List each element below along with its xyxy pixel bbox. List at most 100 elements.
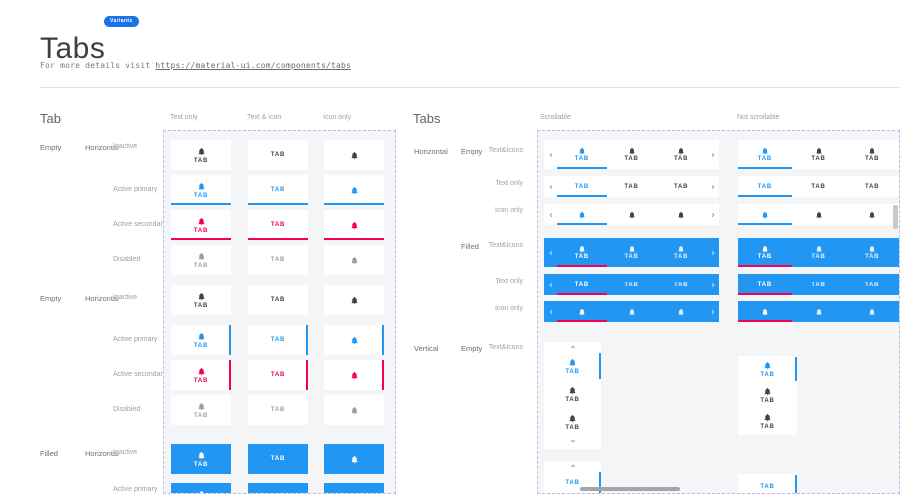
tab[interactable]: TAB — [792, 176, 846, 197]
tab-variants-frame: TAB TAB TAB TAB TAB TAB TAB TAB TAB TAB … — [163, 130, 396, 494]
tab-text-icon-inactive[interactable]: TAB — [171, 285, 231, 315]
group-type-label: Filled — [40, 449, 58, 458]
chevron-right-icon[interactable] — [706, 176, 719, 197]
tab-text-inactive[interactable]: TAB — [248, 285, 308, 315]
vertical-scrollbar[interactable] — [893, 205, 898, 229]
bell-icon — [761, 147, 769, 155]
tab-text-inactive[interactable]: TAB — [248, 140, 308, 170]
chevron-right-icon[interactable] — [706, 274, 719, 295]
tab[interactable]: TAB — [738, 382, 797, 408]
tab[interactable]: TAB — [607, 274, 657, 295]
tab[interactable] — [845, 204, 899, 225]
state-label: Disabled — [113, 406, 140, 413]
tab-active[interactable]: TAB — [557, 140, 607, 169]
tab[interactable]: TAB — [845, 140, 899, 169]
bell-icon — [350, 406, 359, 415]
tab[interactable]: TAB — [607, 140, 657, 169]
bell-icon — [197, 217, 206, 226]
tab-active[interactable]: TAB — [738, 140, 792, 169]
tab[interactable]: TAB — [845, 274, 899, 295]
docs-link[interactable]: https://material-ui.com/components/tabs — [155, 61, 351, 70]
tab-active[interactable]: TAB — [557, 238, 607, 267]
tab[interactable]: TAB — [607, 176, 657, 197]
tab-text-active-secondary[interactable]: TAB — [248, 210, 308, 240]
tab[interactable]: TAB — [792, 274, 846, 295]
tab[interactable]: TAB — [656, 274, 706, 295]
tab-icon-active-primary[interactable]: TAB — [324, 175, 384, 205]
tab[interactable] — [845, 301, 899, 322]
tab[interactable]: TAB — [656, 176, 706, 197]
chevron-up-icon[interactable] — [544, 342, 601, 352]
chevron-down-icon[interactable] — [544, 436, 601, 446]
bell-icon — [628, 245, 636, 253]
chevron-left-icon[interactable] — [544, 176, 557, 197]
bell-icon — [197, 402, 206, 411]
chevron-left-icon[interactable] — [544, 274, 557, 295]
tab-icon-active-primary[interactable]: TAB — [324, 325, 384, 355]
tab[interactable]: TAB — [656, 140, 706, 169]
tab-icon-inactive[interactable]: TAB — [324, 140, 384, 170]
tab-text-icon-active-secondary[interactable]: TAB — [171, 210, 231, 240]
tab-filled-text-active[interactable]: TAB — [248, 483, 308, 494]
tab-filled-icon-active[interactable]: TAB — [324, 483, 384, 494]
tab[interactable] — [656, 204, 706, 225]
tab[interactable] — [656, 301, 706, 322]
tab-text-icon-active-primary[interactable]: TAB — [171, 175, 231, 205]
tab[interactable] — [792, 204, 846, 225]
tab-text-icon-inactive[interactable]: TAB — [171, 140, 231, 170]
tab-active[interactable]: TAB — [738, 274, 792, 295]
chevron-left-icon[interactable] — [544, 301, 557, 322]
tab[interactable]: TAB — [845, 238, 899, 267]
tab-text-active-primary[interactable]: TAB — [248, 175, 308, 205]
tab[interactable]: TAB — [792, 238, 846, 267]
tab[interactable]: TAB — [544, 380, 601, 408]
chevron-right-icon[interactable] — [706, 140, 719, 169]
tab[interactable]: TAB — [738, 409, 797, 435]
tab[interactable]: TAB — [792, 140, 846, 169]
tab-filled-text-icon-active[interactable]: TAB — [171, 483, 231, 494]
tab-active[interactable] — [557, 301, 607, 322]
tab-active[interactable]: TAB — [738, 474, 797, 494]
tab-filled-icon-inactive[interactable]: TAB — [324, 444, 384, 474]
tab-active[interactable]: TAB — [738, 356, 797, 382]
chevron-left-icon[interactable] — [544, 238, 557, 267]
tab-text-icon-active-primary[interactable]: TAB — [171, 325, 231, 355]
chevron-left-icon[interactable] — [544, 140, 557, 169]
chevron-up-icon[interactable] — [544, 461, 601, 471]
tab-filled-text-inactive[interactable]: TAB — [248, 444, 308, 474]
tab[interactable]: TAB — [845, 176, 899, 197]
tab[interactable]: TAB — [656, 238, 706, 267]
tab-active[interactable]: TAB — [557, 176, 607, 197]
tab[interactable]: TAB — [544, 408, 601, 436]
chevron-left-icon[interactable] — [544, 204, 557, 225]
tab-active[interactable] — [738, 301, 792, 322]
tab-icon-active-secondary[interactable]: TAB — [324, 210, 384, 240]
tab-filled-text-icon-inactive[interactable]: TAB — [171, 444, 231, 474]
chevron-right-icon[interactable] — [706, 238, 719, 267]
bell-icon — [578, 245, 586, 253]
tab-active[interactable] — [557, 204, 607, 225]
tab-text-icon-active-secondary[interactable]: TAB — [171, 360, 231, 390]
tab-active[interactable] — [738, 204, 792, 225]
bell-icon — [350, 186, 359, 195]
chevron-right-icon[interactable] — [706, 301, 719, 322]
tab[interactable]: TAB — [607, 238, 657, 267]
tab[interactable] — [607, 204, 657, 225]
bell-icon — [568, 414, 577, 423]
state-label: Active secondary — [113, 221, 166, 228]
tab-active[interactable]: TAB — [738, 238, 792, 267]
tab-text-active-secondary[interactable]: TAB — [248, 360, 308, 390]
tab-active[interactable]: TAB — [738, 176, 792, 197]
section-title-tabs: Tabs — [413, 111, 440, 126]
tab-icon-inactive[interactable]: TAB — [324, 285, 384, 315]
tab-active[interactable]: TAB — [557, 274, 607, 295]
horizontal-scrollbar[interactable] — [580, 487, 680, 491]
subtitle-text: For more details visit — [40, 61, 150, 70]
tab-active[interactable]: TAB — [544, 352, 601, 380]
tab[interactable] — [792, 301, 846, 322]
column-header-not-scrollable: Not scrollable — [737, 114, 779, 121]
tab-text-active-primary[interactable]: TAB — [248, 325, 308, 355]
chevron-right-icon[interactable] — [706, 204, 719, 225]
tab[interactable] — [607, 301, 657, 322]
tab-icon-active-secondary[interactable]: TAB — [324, 360, 384, 390]
